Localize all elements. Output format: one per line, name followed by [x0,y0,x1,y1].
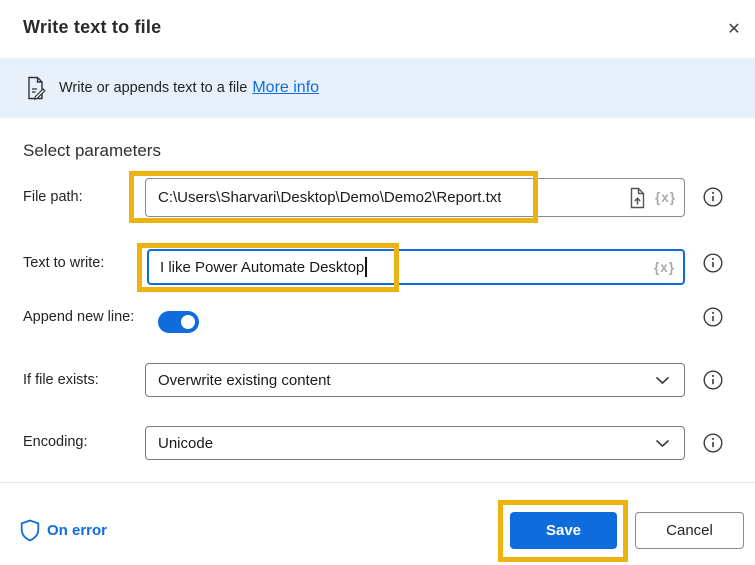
text-cursor [365,257,367,277]
toggle-knob [181,315,195,329]
file-path-info-icon[interactable] [702,186,724,208]
append-new-line-info-icon[interactable] [702,306,724,328]
if-file-exists-label: If file exists: [23,372,99,388]
more-info-link[interactable]: More info [252,79,319,97]
footer-divider [0,482,755,483]
file-path-label: File path: [23,189,83,205]
encoding-info-icon[interactable] [702,432,724,454]
write-file-icon [25,76,46,100]
select-file-icon[interactable] [628,187,647,209]
if-file-exists-info-icon[interactable] [702,369,724,391]
shield-icon [20,519,40,542]
file-path-input[interactable]: C:\Users\Sharvari\Desktop\Demo\Demo2\Rep… [145,178,685,217]
on-error-button[interactable]: On error [20,519,107,542]
on-error-label: On error [47,522,108,539]
text-to-write-label: Text to write: [23,255,105,271]
variable-picker-icon[interactable]: {x} [654,260,675,275]
if-file-exists-dropdown[interactable]: Overwrite existing content [145,363,685,397]
variable-picker-icon[interactable]: {x} [655,190,676,205]
section-heading: Select parameters [23,141,161,160]
if-file-exists-value: Overwrite existing content [158,371,331,389]
info-banner: Write or appends text to a file More inf… [0,58,755,118]
file-path-value: C:\Users\Sharvari\Desktop\Demo\Demo2\Rep… [158,189,502,206]
cancel-button[interactable]: Cancel [635,512,744,549]
text-to-write-info-icon[interactable] [702,252,724,274]
append-new-line-label: Append new line: [23,309,135,325]
save-button[interactable]: Save [510,512,617,549]
close-button[interactable]: ✕ [720,15,748,43]
encoding-value: Unicode [158,434,214,452]
dialog-title: Write text to file [23,17,162,37]
close-icon: ✕ [727,21,741,38]
append-new-line-toggle[interactable] [158,311,199,333]
chevron-down-icon [655,376,670,385]
banner-text: Write or appends text to a file [59,80,248,96]
write-text-to-file-dialog: Write text to file ✕ Write or appends te… [0,0,755,565]
encoding-dropdown[interactable]: Unicode [145,426,685,460]
encoding-label: Encoding: [23,434,88,450]
text-to-write-value: I like Power Automate Desktop [160,258,365,276]
chevron-down-icon [655,439,670,448]
text-to-write-input[interactable]: I like Power Automate Desktop {x} [147,249,685,285]
